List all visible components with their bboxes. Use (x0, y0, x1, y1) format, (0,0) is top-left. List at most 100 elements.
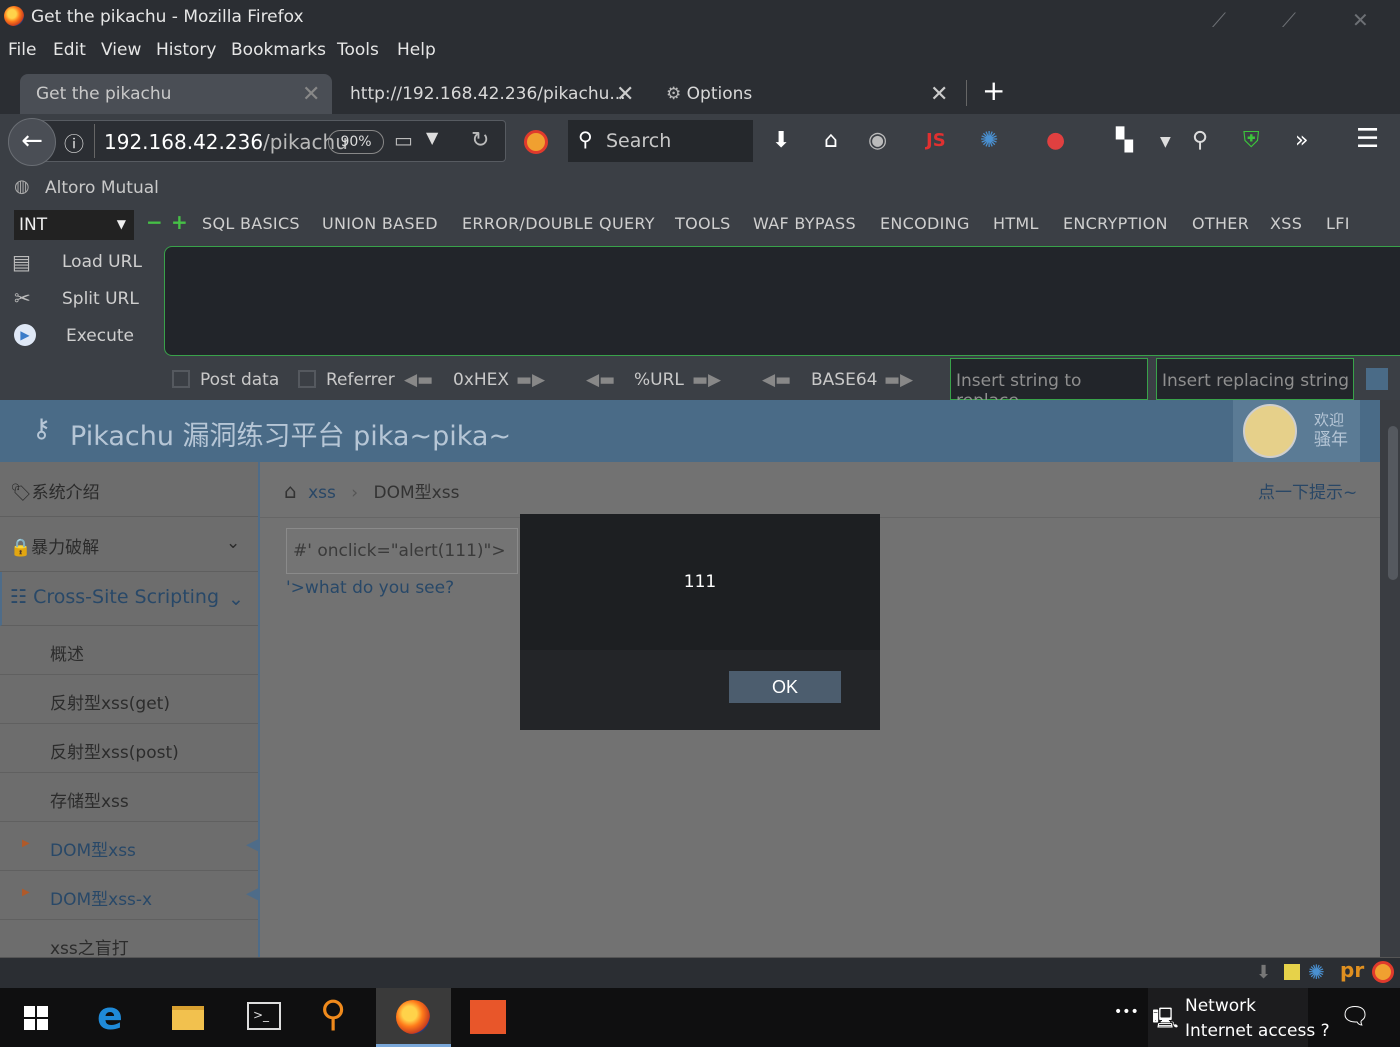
ok-button[interactable]: OK (729, 671, 841, 703)
hex-left-arrow-icon[interactable]: ◀▬ (404, 370, 433, 390)
js-icon[interactable]: JS (926, 130, 946, 151)
close-tab-icon[interactable]: ✕ (302, 82, 320, 107)
page-scrollbar[interactable] (1380, 400, 1400, 957)
addon-globe-icon[interactable]: ◉ (868, 128, 887, 153)
taskbar-terminal[interactable]: >_ (225, 988, 300, 1047)
bookmark-altoro[interactable]: Altoro Mutual (45, 178, 159, 198)
search-input[interactable]: ⚲ Search (568, 120, 753, 162)
menu-edit[interactable]: Edit (53, 40, 86, 60)
taskbar-burp[interactable] (452, 988, 527, 1047)
split-url-button[interactable]: Split URL (62, 289, 139, 309)
taskbar-explorer[interactable] (150, 988, 225, 1047)
taskbar-firefox[interactable] (376, 988, 451, 1047)
zoom-badge[interactable]: 90% (328, 130, 384, 154)
start-button[interactable] (0, 988, 75, 1047)
download-icon[interactable]: ⬇ (772, 128, 790, 153)
tray-overflow[interactable]: ••• (1114, 1004, 1139, 1020)
execute-button[interactable]: Execute (66, 326, 134, 346)
plus-icon[interactable]: + (171, 210, 188, 234)
menu-html[interactable]: HTML (993, 214, 1039, 233)
sidebar-item-brute-force[interactable]: 🔒暴力破解 ⌄ (0, 517, 258, 572)
hex-right-arrow-icon[interactable]: ▬▶ (516, 370, 545, 390)
addon-pr-icon[interactable]: pr (1340, 958, 1364, 982)
menu-union-based[interactable]: UNION BASED (322, 214, 438, 233)
network-icon[interactable]: 🖳 (1152, 1004, 1179, 1038)
sidebar-sub-dom[interactable]: ▶ DOM型xss ◀ (0, 822, 263, 871)
menu-encryption[interactable]: ENCRYPTION (1063, 214, 1168, 233)
dom-input[interactable]: #' onclick="alert(111)"> (286, 528, 518, 574)
minus-icon[interactable]: − (146, 210, 163, 234)
info-icon[interactable]: ⓘ (64, 128, 84, 157)
addon-box-icon[interactable]: ▚ (1116, 128, 1133, 153)
close-window-button[interactable]: ✕ (1352, 8, 1369, 32)
page-action-icon[interactable]: ▭ (394, 128, 413, 152)
sidebar-sub-dom-x[interactable]: ▶ DOM型xss-x ◀ (0, 871, 263, 920)
site-title[interactable]: Pikachu 漏洞练习平台 pika~pika~ (70, 414, 511, 453)
minimize-button[interactable]: ⟋ (1212, 8, 1226, 32)
load-url-button[interactable]: Load URL (62, 252, 142, 272)
sidebar-sub-reflected-post[interactable]: 反射型xss(post) (0, 724, 258, 773)
addon-swirl-icon[interactable]: ✺ (1308, 960, 1325, 984)
menu-other[interactable]: OTHER (1192, 214, 1249, 233)
dropdown-icon[interactable]: ▼ (426, 128, 438, 147)
replacing-string-input[interactable]: Insert replacing string (1156, 358, 1354, 400)
tab-options[interactable]: ⚙ Options ✕ (652, 74, 962, 114)
close-tab-icon[interactable]: ✕ (616, 82, 634, 107)
menu-waf-bypass[interactable]: WAF BYPASS (753, 214, 856, 233)
sidebar-sub-blind[interactable]: xss之盲打 (0, 920, 258, 959)
home-icon[interactable]: ⌂ (284, 479, 297, 503)
replace-checkbox[interactable] (1366, 368, 1388, 390)
menu-tools[interactable]: TOOLS (675, 214, 731, 233)
taskbar-search-app[interactable]: ⚲ (300, 988, 375, 1047)
scrollbar-thumb[interactable] (1388, 426, 1398, 580)
menu-xss[interactable]: XSS (1270, 214, 1302, 233)
sidebar-item-system[interactable]: 🏷系统介绍 (0, 462, 258, 517)
inspect-icon[interactable]: ⚲ (1192, 128, 1208, 153)
menu-lfi[interactable]: LFI (1326, 214, 1350, 233)
overflow-icon[interactable]: » (1295, 128, 1308, 153)
breadcrumb-xss[interactable]: xss (308, 483, 336, 503)
dom-output-link[interactable]: '>what do you see? (286, 578, 454, 598)
injection-type-select[interactable]: INT ▼ (14, 210, 134, 240)
menu-tools[interactable]: Tools (337, 40, 379, 60)
sidebar-sub-stored[interactable]: 存储型xss (0, 773, 258, 822)
menu-sql-basics[interactable]: SQL BASICS (202, 214, 300, 233)
back-button[interactable]: ← (8, 118, 56, 166)
reload-icon[interactable]: ↻ (471, 128, 489, 153)
menu-history[interactable]: History (156, 40, 216, 60)
sidebar-sub-reflected-get[interactable]: 反射型xss(get) (0, 675, 258, 724)
tab-pikachu[interactable]: Get the pikachu ✕ (20, 74, 332, 114)
addon-yellow-icon[interactable] (1284, 964, 1300, 980)
menu-view[interactable]: View (101, 40, 141, 60)
menu-help[interactable]: Help (397, 40, 436, 60)
addon-swirl-icon[interactable]: ✺ (980, 128, 998, 153)
hamburger-menu-icon[interactable]: ☰ (1356, 124, 1379, 154)
menu-encoding[interactable]: ENCODING (880, 214, 970, 233)
base64-left-arrow-icon[interactable]: ◀▬ (762, 370, 791, 390)
taskbar-edge[interactable]: e (75, 988, 150, 1047)
replace-string-input[interactable]: Insert string to replace (950, 358, 1148, 411)
new-tab-button[interactable]: + (982, 74, 1005, 107)
menu-file[interactable]: File (8, 40, 36, 60)
url-right-arrow-icon[interactable]: ▬▶ (692, 370, 721, 390)
url-textarea[interactable] (164, 246, 1400, 356)
noscript-icon[interactable] (524, 130, 548, 154)
url-left-arrow-icon[interactable]: ◀▬ (586, 370, 615, 390)
menu-error-double-query[interactable]: ERROR/DOUBLE QUERY (462, 214, 655, 233)
close-tab-icon[interactable]: ✕ (930, 82, 948, 107)
download-icon[interactable]: ⬇ (1256, 962, 1271, 983)
menu-bookmarks[interactable]: Bookmarks (231, 40, 326, 60)
base64-right-arrow-icon[interactable]: ▬▶ (884, 370, 913, 390)
sidebar-item-xss[interactable]: ☷ Cross-Site Scripting ⌄ (0, 572, 258, 626)
dropdown-icon[interactable]: ▼ (1160, 134, 1171, 150)
home-icon[interactable]: ⌂ (824, 128, 838, 153)
url-text[interactable]: 192.168.42.236/pikachu (104, 130, 348, 154)
shield-icon[interactable]: ⛨ (1243, 128, 1260, 153)
hint-link[interactable]: 点一下提示~ (1258, 478, 1357, 503)
referrer-checkbox[interactable] (298, 370, 316, 388)
sidebar-sub-overview[interactable]: 概述 (0, 626, 258, 675)
tab-url[interactable]: http://192.168.42.236/pikachu... ✕ (334, 74, 644, 114)
maximize-button[interactable]: ⟋ (1282, 8, 1296, 32)
notification-icon[interactable]: 🗨 (1340, 1002, 1370, 1030)
addon-red-icon[interactable]: ● (1046, 128, 1065, 153)
